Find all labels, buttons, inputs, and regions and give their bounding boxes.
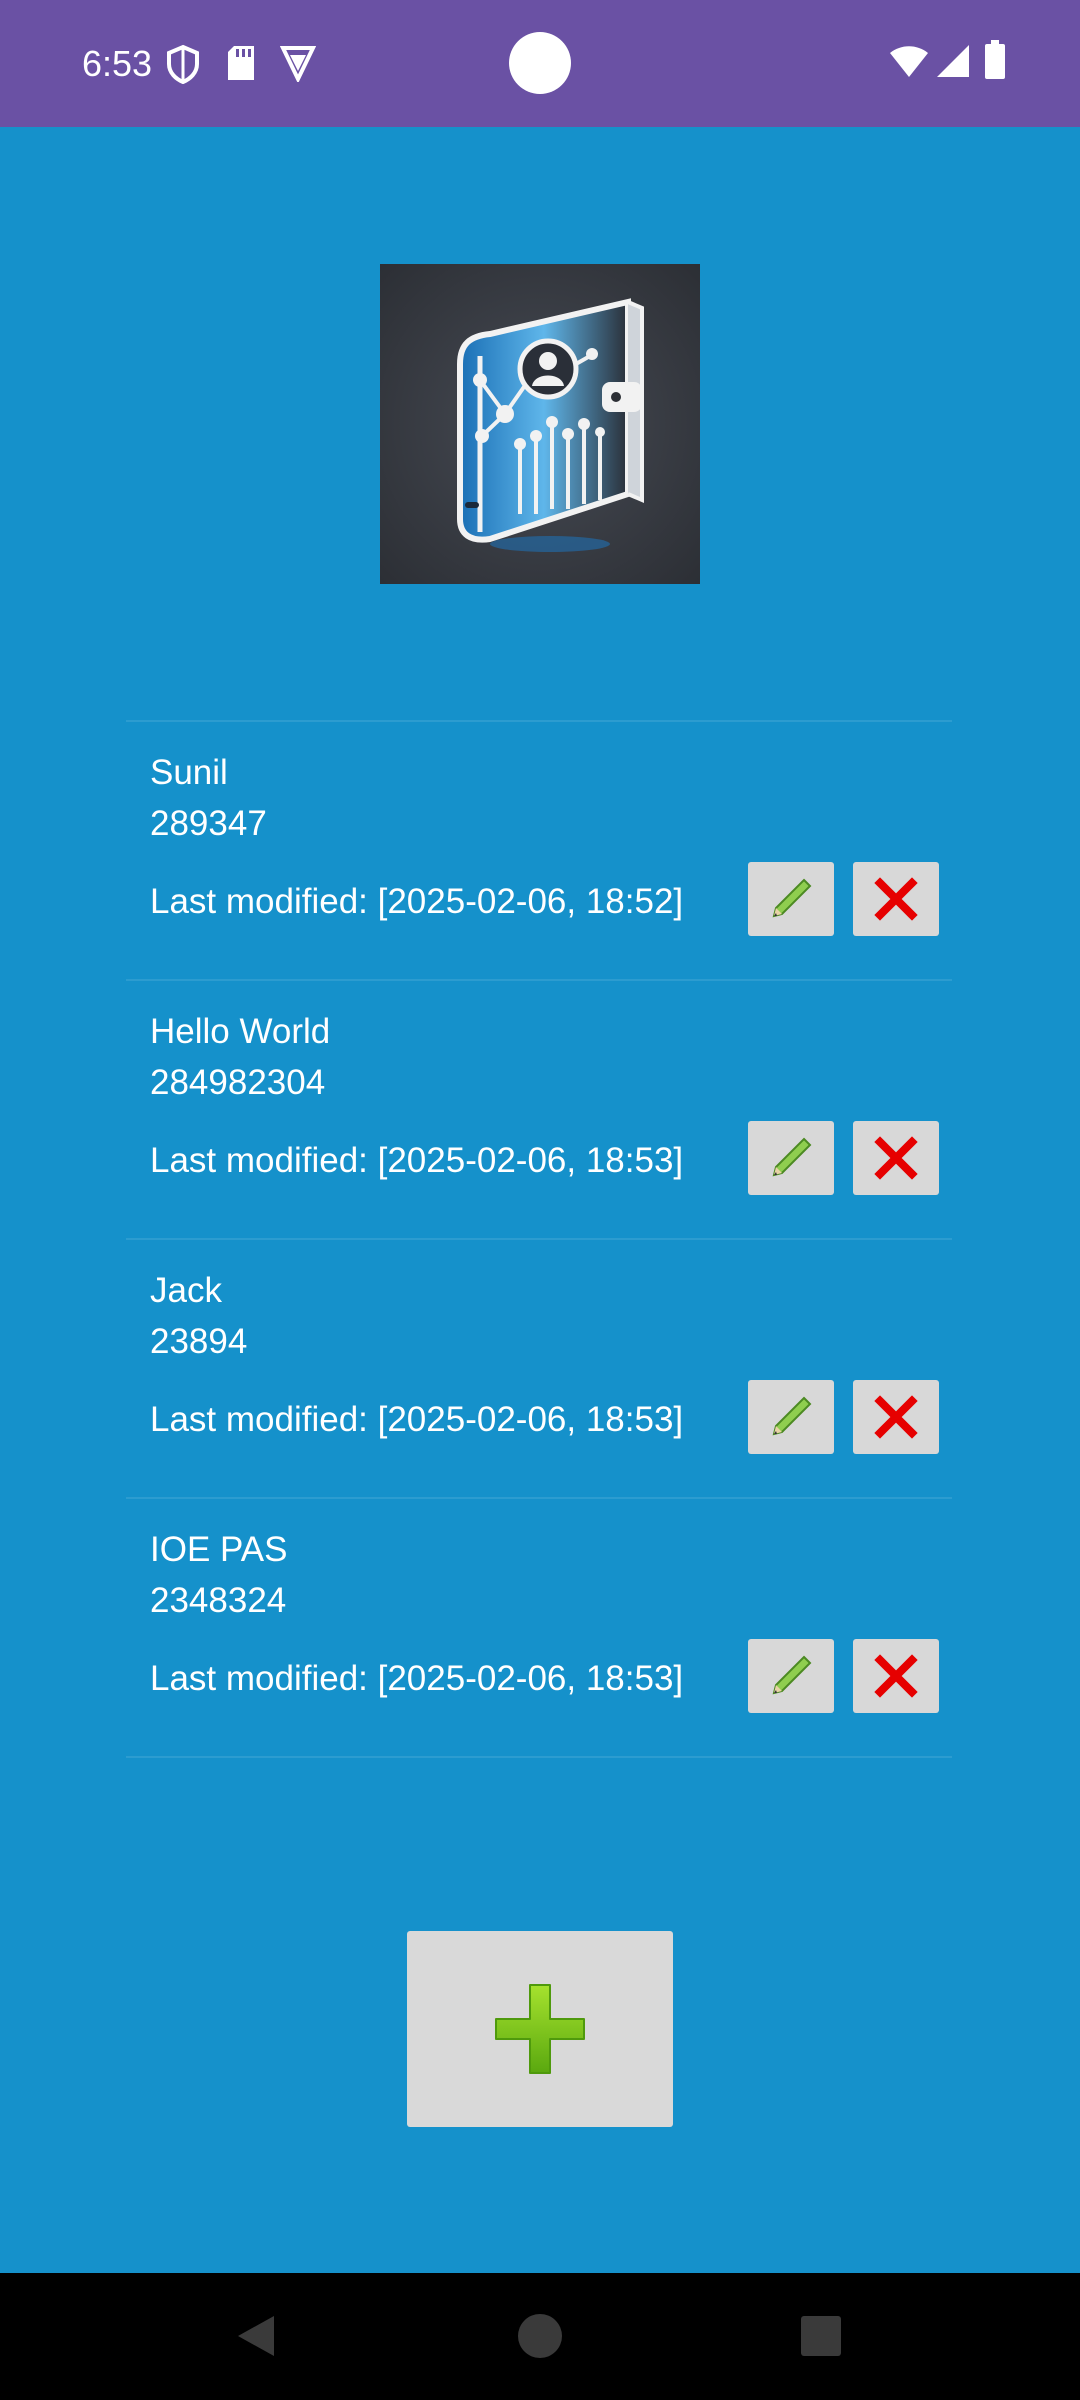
edit-contact-button[interactable] bbox=[748, 1639, 834, 1713]
pencil-icon bbox=[772, 1137, 812, 1177]
sd-card-icon bbox=[226, 44, 256, 87]
contact-book-logo bbox=[380, 264, 700, 584]
camera-cutout bbox=[509, 32, 571, 94]
back-icon[interactable] bbox=[234, 2313, 278, 2364]
signal-icon bbox=[936, 44, 970, 83]
battery-icon bbox=[984, 40, 1006, 85]
contact-number: 23894 bbox=[150, 1322, 248, 1361]
contact-name: IOE PAS bbox=[150, 1530, 288, 1569]
red-x-icon bbox=[874, 1654, 918, 1698]
contact-number: 289347 bbox=[150, 804, 267, 843]
status-time: 6:53 bbox=[82, 43, 153, 84]
red-x-icon bbox=[874, 1136, 918, 1180]
contact-last-modified: Last modified: [2025-02-06, 18:53] bbox=[150, 1400, 684, 1439]
status-bar: 6:53 bbox=[0, 0, 1080, 127]
contact-last-modified: Last modified: [2025-02-06, 18:53] bbox=[150, 1141, 684, 1180]
pencil-icon bbox=[772, 1396, 812, 1436]
contact-card: Hello World 284982304 Last modified: [20… bbox=[126, 980, 952, 1239]
main-content: Sunil 289347 Last modified: [2025-02-06,… bbox=[0, 127, 1080, 2273]
contact-number: 2348324 bbox=[150, 1581, 287, 1620]
contact-card: Sunil 289347 Last modified: [2025-02-06,… bbox=[126, 721, 952, 980]
pencil-icon bbox=[772, 878, 812, 918]
delete-contact-button[interactable] bbox=[853, 1639, 939, 1713]
wifi-icon bbox=[889, 44, 929, 83]
home-icon[interactable] bbox=[517, 2313, 563, 2364]
contact-card: Jack 23894 Last modified: [2025-02-06, 1… bbox=[126, 1239, 952, 1498]
card-divider bbox=[126, 1756, 952, 1758]
edit-contact-button[interactable] bbox=[748, 1380, 834, 1454]
contact-card: IOE PAS 2348324 Last modified: [2025-02-… bbox=[126, 1498, 952, 1757]
contact-last-modified: Last modified: [2025-02-06, 18:53] bbox=[150, 1659, 684, 1698]
pencil-icon bbox=[772, 1655, 812, 1695]
delete-contact-button[interactable] bbox=[853, 862, 939, 936]
shield-icon bbox=[166, 44, 200, 89]
navigation-bar bbox=[0, 2273, 1080, 2400]
recents-icon[interactable] bbox=[800, 2315, 842, 2362]
add-contact-button[interactable] bbox=[407, 1931, 673, 2127]
contact-name: Jack bbox=[150, 1271, 222, 1310]
contact-number: 284982304 bbox=[150, 1063, 326, 1102]
delete-contact-button[interactable] bbox=[853, 1121, 939, 1195]
contact-name: Sunil bbox=[150, 753, 228, 792]
contact-name: Hello World bbox=[150, 1012, 331, 1051]
red-x-icon bbox=[874, 1395, 918, 1439]
green-plus-icon bbox=[495, 1984, 585, 2074]
edit-contact-button[interactable] bbox=[748, 1121, 834, 1195]
contact-last-modified: Last modified: [2025-02-06, 18:52] bbox=[150, 882, 684, 921]
vpn-icon bbox=[279, 44, 317, 87]
delete-contact-button[interactable] bbox=[853, 1380, 939, 1454]
edit-contact-button[interactable] bbox=[748, 862, 834, 936]
red-x-icon bbox=[874, 877, 918, 921]
